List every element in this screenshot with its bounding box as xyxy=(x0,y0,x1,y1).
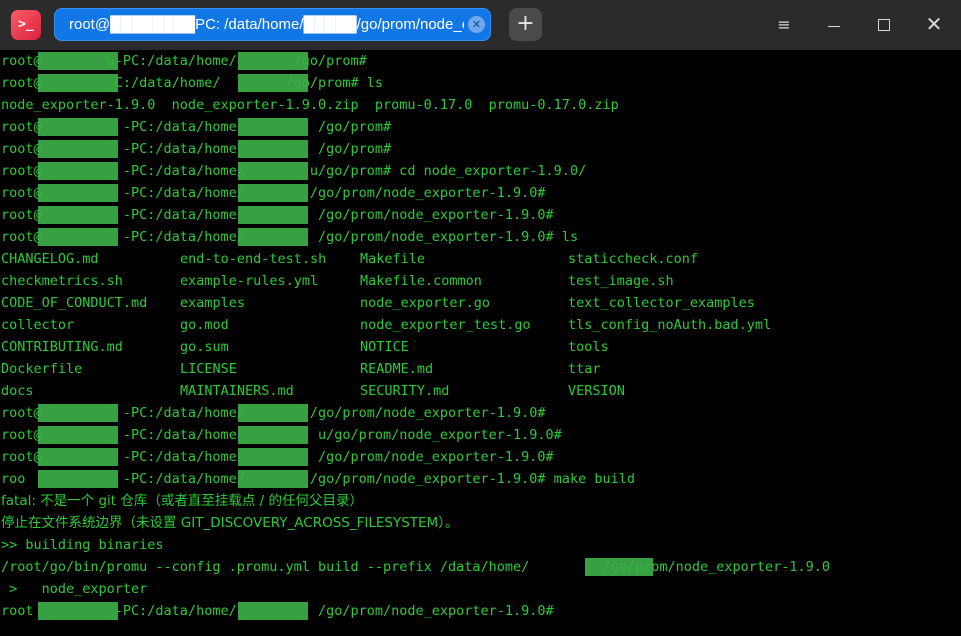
redaction-mosaic xyxy=(38,404,118,422)
tab-close-icon[interactable]: ✕ xyxy=(468,16,485,33)
redaction-mosaic xyxy=(238,228,308,246)
ls-entry: LICENSE xyxy=(180,361,237,377)
ls-entry: Makefile.common xyxy=(360,273,482,289)
ls-entry: end-to-end-test.sh xyxy=(180,251,327,267)
redaction-mosaic xyxy=(38,228,118,246)
new-tab-button[interactable]: + xyxy=(509,8,542,41)
ls-entry: tools xyxy=(568,339,609,355)
redaction-mosaic xyxy=(238,426,308,444)
redaction-mosaic xyxy=(238,404,308,422)
redaction-mosaic xyxy=(38,162,118,180)
ls-entry: collector xyxy=(1,317,75,333)
redaction-mosaic xyxy=(238,74,308,92)
terminal-line: node_exporter-1.9.0 node_exporter-1.9.0.… xyxy=(1,97,619,113)
terminal-line: 停止在文件系统边界（未设置 GIT_DISCOVERY_ACROSS_FILES… xyxy=(1,515,459,531)
ls-entry: text_collector_examples xyxy=(568,295,755,311)
ls-entry: SECURITY.md xyxy=(360,383,450,399)
ls-entry: example-rules.yml xyxy=(180,273,319,289)
ls-entry: NOTICE xyxy=(360,339,409,355)
redaction-mosaic xyxy=(238,118,308,136)
terminal-output[interactable]: root@ u-PC:/data/home/ /go/prom# root@ C:… xyxy=(0,50,961,636)
redaction-mosaic xyxy=(238,184,308,202)
ls-entry: CODE_OF_CONDUCT.md xyxy=(1,295,148,311)
ls-entry: test_image.sh xyxy=(568,273,674,289)
redaction-mosaic xyxy=(585,558,653,576)
redaction-mosaic xyxy=(38,602,118,620)
terminal-app-icon[interactable]: >_ xyxy=(11,10,41,40)
redaction-mosaic xyxy=(38,184,118,202)
redaction-mosaic xyxy=(38,52,118,70)
ls-entry: Dockerfile xyxy=(1,361,83,377)
ls-entry: examples xyxy=(180,295,246,311)
ls-entry: node_exporter.go xyxy=(360,295,491,311)
terminal-line: fatal: 不是一个 git 仓库（或者直至挂载点 / 的任何父目录） xyxy=(1,493,364,509)
redaction-mosaic xyxy=(238,52,308,70)
close-icon[interactable]: ✕ xyxy=(921,12,947,38)
redaction-mosaic xyxy=(38,426,118,444)
tab-terminal-session[interactable]: root@████████PC: /data/home/█████/go/pro… xyxy=(54,8,491,41)
redaction-mosaic xyxy=(38,74,118,92)
ls-entry: CONTRIBUTING.md xyxy=(1,339,123,355)
ls-entry: MAINTAINERS.md xyxy=(180,383,294,399)
ls-entry: VERSION xyxy=(568,383,625,399)
redaction-mosaic xyxy=(38,118,118,136)
redaction-mosaic xyxy=(238,470,308,488)
redaction-mosaic xyxy=(38,140,118,158)
redaction-mosaic xyxy=(238,140,308,158)
title-bar: >_ root@████████PC: /data/home/█████/go/… xyxy=(0,0,961,50)
ls-entry: tls_config_noAuth.bad.yml xyxy=(568,317,772,333)
terminal-line: /root/go/bin/promu --config .promu.yml b… xyxy=(1,559,831,575)
ls-entry: node_exporter_test.go xyxy=(360,317,531,333)
minimize-icon[interactable] xyxy=(821,12,847,38)
ls-entry: staticcheck.conf xyxy=(568,251,699,267)
redaction-mosaic xyxy=(238,206,308,224)
terminal-line: >> building binaries xyxy=(1,537,164,553)
redaction-mosaic xyxy=(38,470,118,488)
maximize-icon[interactable] xyxy=(871,12,897,38)
ls-entry: go.sum xyxy=(180,339,229,355)
redaction-mosaic xyxy=(238,448,308,466)
menu-icon[interactable]: ≡ xyxy=(771,12,797,38)
ls-entry: docs xyxy=(1,383,34,399)
ls-entry: CHANGELOG.md xyxy=(1,251,99,267)
redaction-mosaic xyxy=(238,602,308,620)
terminal-line: > node_exporter xyxy=(1,581,148,597)
ls-entry: ttar xyxy=(568,361,601,377)
tab-title: root@████████PC: /data/home/█████/go/pro… xyxy=(69,16,464,33)
ls-entry: checkmetrics.sh xyxy=(1,273,123,289)
redaction-mosaic xyxy=(38,448,118,466)
redaction-mosaic xyxy=(238,162,308,180)
redaction-mosaic xyxy=(38,206,118,224)
ls-entry: Makefile xyxy=(360,251,426,267)
ls-entry: README.md xyxy=(360,361,434,377)
ls-entry: go.mod xyxy=(180,317,229,333)
